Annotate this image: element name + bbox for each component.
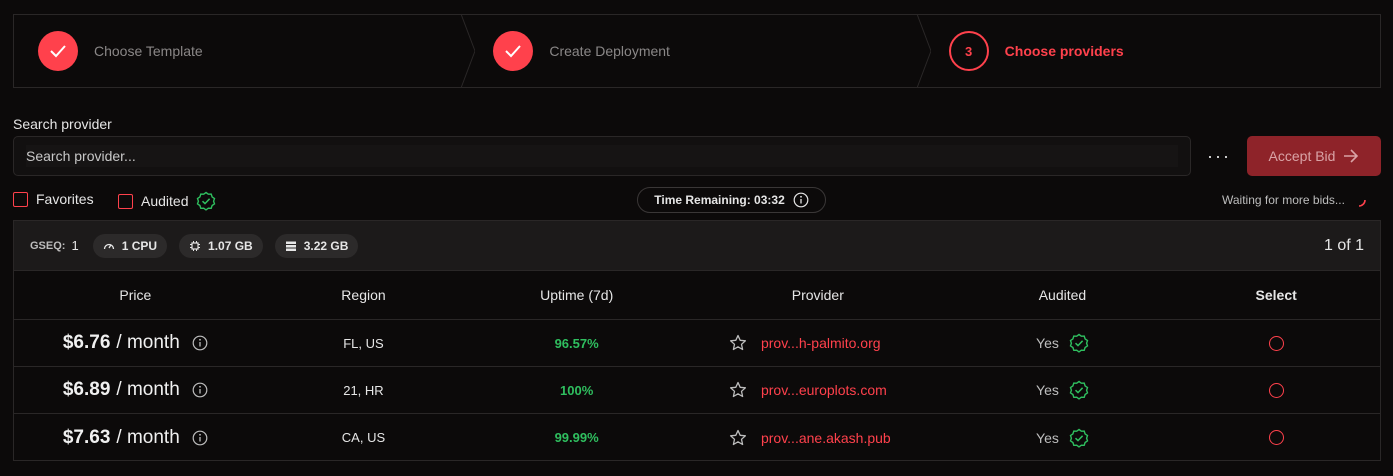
storage-value: 3.22 GB [303, 238, 349, 253]
uptime-cell: 99.99% [554, 430, 599, 445]
time-remaining-badge: Time Remaining: 03:32 [637, 187, 826, 213]
info-icon[interactable] [793, 192, 809, 208]
table-row[interactable]: $6.76 / month FL, US 96.57% prov...h-pal… [14, 320, 1380, 367]
provider-cell: prov...ane.akash.pub [683, 429, 953, 447]
accept-bid-label: Accept Bid [1268, 148, 1336, 164]
accept-bid-button[interactable]: Accept Bid [1247, 136, 1381, 176]
star-icon[interactable] [729, 334, 747, 352]
audited-label: Audited [141, 193, 189, 209]
cpu-chip: 1 CPU [92, 233, 168, 258]
select-cell [1172, 335, 1380, 351]
bids-table: GSEQ: 1 1 CPU 1.07 GB 3.22 GB 1 of 1 Pri… [13, 220, 1381, 461]
column-region[interactable]: Region [257, 287, 471, 303]
audited-cell: Yes [953, 333, 1173, 353]
select-cell [1172, 430, 1380, 445]
more-options-button[interactable]: ··· [1204, 143, 1234, 169]
arrow-right-icon [1344, 149, 1359, 163]
price-period: / month [116, 426, 180, 448]
uptime-cell: 96.57% [554, 335, 599, 351]
waiting-status: Waiting for more bids... [1222, 192, 1367, 208]
search-input[interactable] [26, 145, 1178, 167]
stepper: Choose Template Create Deployment 3 Choo… [13, 14, 1381, 88]
check-icon [38, 31, 78, 71]
audited-checkbox[interactable] [118, 193, 133, 209]
time-remaining-text: Time Remaining: 03:32 [654, 193, 785, 207]
step-label: Create Deployment [549, 43, 670, 59]
select-radio[interactable] [1268, 382, 1284, 398]
info-icon[interactable] [192, 335, 208, 351]
region-cell: 21, HR [343, 382, 384, 398]
column-provider[interactable]: Provider [683, 287, 953, 303]
provider-cell: prov...h-palmito.org [683, 334, 953, 352]
step-number: 3 [948, 31, 989, 71]
table-row[interactable]: $6.89 / month 21, HR 100% prov...europlo… [14, 367, 1380, 414]
price-cell: $7.63 / month [14, 427, 257, 449]
audited-value: Yes [1036, 335, 1059, 351]
search-label: Search provider [13, 116, 112, 132]
chip-icon [190, 240, 201, 251]
verified-badge-icon [1069, 380, 1089, 400]
provider-link[interactable]: prov...h-palmito.org [761, 335, 881, 351]
verified-badge-icon [197, 191, 216, 211]
provider-link[interactable]: prov...europlots.com [761, 382, 887, 398]
price-value: $6.76 [62, 332, 111, 353]
audited-filter[interactable]: Audited [118, 191, 216, 211]
search-box [13, 136, 1191, 176]
favorites-label: Favorites [36, 191, 94, 207]
column-audited[interactable]: Audited [953, 287, 1173, 303]
step-divider [461, 14, 476, 88]
price-value: $6.89 [62, 379, 111, 400]
audited-cell: Yes [953, 380, 1173, 400]
table-row[interactable]: $7.63 / month CA, US 99.99% prov...ane.a… [14, 414, 1380, 461]
cpu-value: 1 CPU [121, 238, 158, 253]
spinner-icon [1358, 199, 1366, 207]
pagination: 1 of 1 [1323, 236, 1364, 254]
step-create-deployment[interactable]: Create Deployment [469, 14, 931, 88]
star-icon[interactable] [729, 381, 747, 399]
check-icon [493, 31, 534, 71]
audited-cell: Yes [953, 428, 1173, 448]
verified-badge-icon [1069, 333, 1089, 353]
group-header: GSEQ: 1 1 CPU 1.07 GB 3.22 GB 1 of 1 [14, 221, 1380, 271]
step-label: Choose Template [94, 43, 203, 59]
uptime-cell: 100% [560, 382, 594, 398]
verified-badge-icon [1069, 428, 1089, 448]
column-price[interactable]: Price [14, 287, 257, 303]
step-label: Choose providers [1004, 43, 1124, 59]
select-radio[interactable] [1268, 335, 1284, 351]
audited-value: Yes [1036, 382, 1059, 398]
info-icon[interactable] [192, 382, 208, 398]
region-cell: CA, US [341, 430, 386, 445]
audited-value: Yes [1036, 429, 1059, 446]
step-divider [916, 14, 931, 88]
price-period: / month [116, 379, 180, 400]
gseq-label: GSEQ: [30, 239, 66, 252]
favorites-filter[interactable]: Favorites [13, 191, 94, 207]
storage-chip: 3.22 GB [274, 233, 359, 258]
favorites-checkbox[interactable] [13, 191, 28, 207]
speedometer-icon [103, 243, 114, 249]
region-cell: FL, US [343, 335, 384, 351]
provider-cell: prov...europlots.com [683, 381, 953, 399]
info-icon[interactable] [192, 430, 208, 446]
provider-link[interactable]: prov...ane.akash.pub [761, 430, 891, 446]
memory-value: 1.07 GB [208, 238, 253, 253]
price-value: $7.63 [62, 426, 111, 448]
column-uptime[interactable]: Uptime (7d) [470, 287, 683, 303]
waiting-text: Waiting for more bids... [1222, 193, 1345, 207]
table-header: Price Region Uptime (7d) Provider Audite… [14, 271, 1380, 320]
price-period: / month [116, 332, 180, 353]
memory-chip: 1.07 GB [179, 233, 263, 258]
select-cell [1172, 382, 1380, 398]
price-cell: $6.76 / month [14, 332, 257, 354]
step-choose-providers[interactable]: 3 Choose providers [925, 15, 1380, 87]
gseq-value: 1 [71, 238, 79, 253]
storage-icon [285, 241, 296, 251]
star-icon[interactable] [729, 429, 747, 447]
select-radio[interactable] [1268, 430, 1284, 445]
step-choose-template[interactable]: Choose Template [14, 14, 476, 88]
column-select: Select [1255, 287, 1297, 303]
price-cell: $6.89 / month [14, 379, 257, 401]
